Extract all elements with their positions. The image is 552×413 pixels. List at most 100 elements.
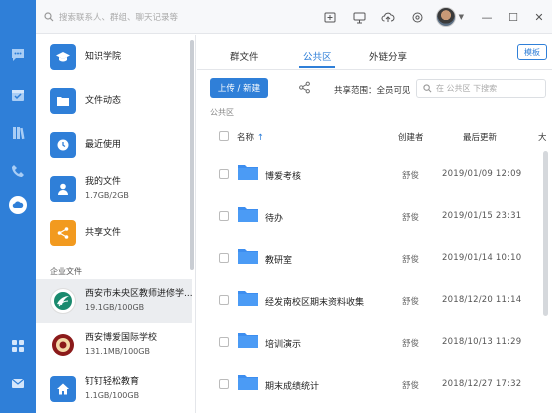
file-creator: 舒俊: [402, 339, 420, 349]
sidebar-item-label: 我的文件: [85, 177, 122, 187]
file-creator: 舒俊: [402, 213, 420, 223]
file-table-header: 名称 ↑ 创建者 最后更新 大: [197, 125, 552, 147]
file-updated: 2019/01/14 10:10: [442, 253, 522, 263]
tab-public-area[interactable]: 公共区: [303, 49, 332, 63]
table-row[interactable]: 待办 舒俊 2019/01/15 23:31: [197, 195, 552, 237]
column-header-name[interactable]: 名称 ↑: [237, 131, 264, 143]
file-sidebar: 知识学院 文件动态 最近使用 我的文件 1.7GB/2GB 共享文件 企业文件: [36, 35, 196, 413]
column-header-creator[interactable]: 创建者: [398, 131, 424, 143]
folder-activity-icon: [50, 88, 76, 114]
select-all-checkbox[interactable]: [219, 131, 229, 141]
file-updated: 2018/10/13 11:29: [442, 337, 522, 347]
breadcrumb[interactable]: 公共区: [210, 107, 234, 118]
upload-new-button[interactable]: 上传 / 新建: [210, 78, 268, 98]
sidebar-item-org-weiyang[interactable]: 西安市未央区教师进修学... 19.1GB/100GB: [36, 279, 193, 323]
storage-usage: 131.1MB/100GB: [85, 347, 150, 356]
search-icon: [44, 12, 54, 22]
section-label-enterprise-files: 企业文件: [50, 267, 82, 276]
left-rail: [0, 0, 36, 413]
screen-share-icon[interactable]: [345, 0, 374, 34]
settings-gear-icon[interactable]: [403, 0, 432, 34]
top-bar: 搜索联系人、群组、聊天记录等 ▼ — ☐ ✕: [36, 0, 552, 34]
storage-usage: 1.1GB/100GB: [85, 391, 140, 400]
table-row[interactable]: 期末成绩统计 舒俊 2018/12/27 17:32: [197, 363, 552, 405]
chevron-down-icon[interactable]: ▼: [459, 13, 464, 21]
mail-icon[interactable]: [7, 372, 29, 394]
template-button[interactable]: 模板: [517, 44, 547, 60]
sidebar-item-label: 共享文件: [85, 227, 122, 238]
sidebar-scrollbar[interactable]: [190, 40, 194, 270]
sidebar-item-org-dingding[interactable]: 钉钉轻松教育 1.1GB/100GB: [36, 367, 192, 411]
tab-group-files[interactable]: 群文件: [230, 49, 259, 63]
file-name: 培训演示: [265, 340, 302, 350]
user-avatar[interactable]: [435, 7, 456, 27]
cloud-upload-icon[interactable]: [374, 0, 403, 34]
folder-icon: [238, 291, 258, 306]
share-link-icon[interactable]: [298, 81, 311, 97]
phone-icon[interactable]: [7, 160, 29, 182]
file-main-panel: 群文件 公共区 外链分享 模板 上传 / 新建 共享范围：全员可见 在 公共区 …: [197, 35, 552, 413]
file-creator: 舒俊: [402, 297, 420, 307]
search-icon: [423, 84, 432, 93]
sidebar-item-label: 文件动态: [85, 95, 122, 106]
folder-icon: [238, 165, 258, 180]
books-icon[interactable]: [7, 122, 29, 144]
sidebar-item-org-boai[interactable]: 西安博爱国际学校 131.1MB/100GB: [36, 323, 192, 367]
file-creator: 舒俊: [402, 255, 420, 265]
school-logo-icon: [50, 288, 76, 314]
new-item-icon[interactable]: [316, 0, 345, 34]
cloud-drive-icon[interactable]: [9, 196, 27, 214]
sidebar-item-knowledge[interactable]: 知识学院: [36, 35, 192, 79]
table-row[interactable]: 教研室 舒俊 2019/01/14 10:10: [197, 237, 552, 279]
user-icon: [50, 176, 76, 202]
column-header-updated[interactable]: 最后更新: [463, 131, 497, 143]
file-name: 待办: [265, 214, 284, 224]
row-checkbox[interactable]: [219, 253, 229, 263]
sort-asc-icon: ↑: [256, 133, 264, 143]
home-icon: [50, 376, 76, 402]
maximize-icon[interactable]: ☐: [500, 0, 526, 34]
file-name: 经发南校区期末资料收集: [265, 298, 365, 308]
row-checkbox[interactable]: [219, 211, 229, 221]
minimize-icon[interactable]: —: [474, 0, 500, 34]
active-tab-indicator: [299, 66, 335, 68]
file-creator: 舒俊: [402, 381, 420, 391]
calendar-icon[interactable]: [7, 84, 29, 106]
column-header-size[interactable]: 大: [538, 131, 547, 143]
sidebar-item-label: 钉钉轻松教育: [85, 377, 140, 387]
sidebar-item-my-files[interactable]: 我的文件 1.7GB/2GB: [36, 167, 192, 211]
close-icon[interactable]: ✕: [526, 0, 552, 34]
share-scope-label: 共享范围：全员可见: [334, 86, 411, 96]
file-updated: 2018/12/27 17:32: [442, 379, 522, 389]
area-search-input[interactable]: 在 公共区 下搜索: [416, 79, 546, 98]
sidebar-item-shared[interactable]: 共享文件: [36, 211, 192, 255]
table-row[interactable]: 经发南校区期末资料收集 舒俊 2018/12/20 11:14: [197, 279, 552, 321]
row-checkbox[interactable]: [219, 379, 229, 389]
share-icon: [50, 220, 76, 246]
apps-grid-icon[interactable]: [7, 335, 29, 357]
school-seal-icon: [50, 332, 76, 358]
sidebar-item-file-activity[interactable]: 文件动态: [36, 79, 192, 123]
tab-external-share[interactable]: 外链分享: [369, 49, 407, 63]
row-checkbox[interactable]: [219, 337, 229, 347]
global-search-input[interactable]: 搜索联系人、群组、聊天记录等: [44, 8, 234, 26]
sidebar-item-label: 西安博爱国际学校: [85, 333, 158, 343]
row-checkbox[interactable]: [219, 295, 229, 305]
sidebar-item-label: 知识学院: [85, 51, 122, 62]
chat-icon[interactable]: [7, 44, 29, 66]
area-search-placeholder: 在 公共区 下搜索: [436, 84, 498, 93]
sidebar-item-recent[interactable]: 最近使用: [36, 123, 192, 167]
file-updated: 2019/01/09 12:09: [442, 169, 522, 179]
file-name: 教研室: [265, 256, 293, 266]
clock-icon: [50, 132, 76, 158]
file-creator: 舒俊: [402, 171, 420, 181]
file-updated: 2018/12/20 11:14: [442, 295, 522, 305]
file-name: 博爱考核: [265, 172, 302, 182]
folder-icon: [238, 375, 258, 390]
table-row[interactable]: 培训演示 舒俊 2018/10/13 11:29: [197, 321, 552, 363]
file-list-scrollbar[interactable]: [543, 151, 548, 316]
table-row[interactable]: 博爱考核 舒俊 2019/01/09 12:09: [197, 153, 552, 195]
storage-usage: 1.7GB/2GB: [85, 191, 129, 200]
row-checkbox[interactable]: [219, 169, 229, 179]
storage-usage: 19.1GB/100GB: [85, 303, 145, 312]
